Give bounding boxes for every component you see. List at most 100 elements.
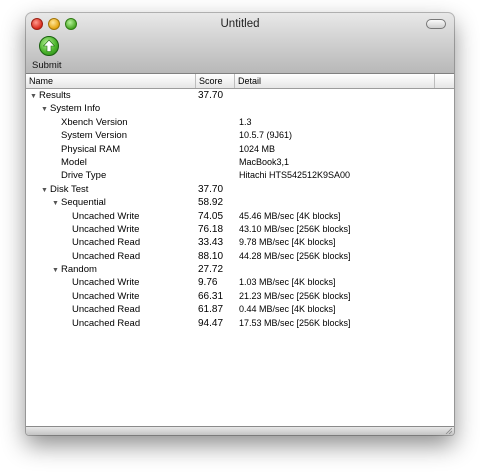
- row-name: Drive Type: [61, 169, 106, 182]
- row-score: 37.70: [198, 90, 224, 101]
- column-header-detail[interactable]: Detail: [235, 74, 435, 88]
- table-row[interactable]: ▼ Sequential 58.92: [26, 196, 454, 209]
- rows-container: ▼ Results 37.70 ▼ System Info Xbench Version 1…: [26, 89, 454, 330]
- row-name-label: Physical RAM: [61, 143, 121, 155]
- row-name: Uncached Read: [72, 250, 140, 263]
- disclosure-triangle-icon[interactable]: ▼: [41, 184, 50, 197]
- table-row[interactable]: Model MacBook3,1: [26, 156, 454, 169]
- row-name: ▼ Random: [52, 263, 97, 277]
- column-header-name[interactable]: Name: [26, 74, 196, 88]
- disclosure-triangle-icon[interactable]: ▼: [52, 197, 61, 210]
- row-detail: 10.5.7 (9J61): [239, 130, 293, 141]
- row-detail: 9.78 MB/sec [4K blocks]: [239, 237, 336, 248]
- row-name-label: Uncached Write: [72, 290, 140, 302]
- table-row[interactable]: Drive Type Hitachi HTS542512K9SA00: [26, 169, 454, 182]
- table-row[interactable]: Xbench Version 1.3: [26, 116, 454, 129]
- row-detail: 44.28 MB/sec [256K blocks]: [239, 250, 351, 261]
- row-score: 9.76: [198, 277, 218, 289]
- row-name-label: System Version: [61, 130, 127, 142]
- upload-arrow-icon: [39, 36, 59, 56]
- row-name: Uncached Write: [72, 276, 139, 289]
- row-score: 76.18: [198, 223, 224, 235]
- column-header-score[interactable]: Score: [196, 74, 235, 88]
- row-name-label: Random: [61, 264, 97, 276]
- row-name-label: Model: [61, 156, 87, 168]
- row-name-label: Uncached Write: [72, 277, 140, 289]
- table-row[interactable]: Uncached Write 66.31 21.23 MB/sec [256K bl…: [26, 290, 454, 303]
- table-row[interactable]: Uncached Read 88.10 44.28 MB/sec [256K blo…: [26, 250, 454, 263]
- row-detail: 45.46 MB/sec [4K blocks]: [239, 210, 341, 221]
- column-header-spacer: [435, 74, 454, 88]
- disclosure-triangle-icon[interactable]: ▼: [30, 90, 39, 103]
- column-header-row: Name Score Detail: [26, 74, 454, 89]
- row-name-label: Uncached Read: [72, 250, 141, 262]
- window-title: Untitled: [220, 18, 260, 30]
- table-row[interactable]: Uncached Write 74.05 45.46 MB/sec [4K bloc…: [26, 210, 454, 223]
- row-name-label: Results: [39, 90, 71, 101]
- row-name: Uncached Read: [72, 317, 140, 330]
- title-bar[interactable]: Untitled Submit: [26, 13, 454, 74]
- row-score: 66.31: [198, 290, 224, 302]
- resize-grip-icon[interactable]: [444, 428, 452, 434]
- row-name-label: Uncached Read: [72, 237, 141, 249]
- row-score: 88.10: [198, 250, 224, 262]
- row-score: 58.92: [198, 197, 224, 209]
- table-row[interactable]: Uncached Read 33.43 9.78 MB/sec [4K blocks…: [26, 236, 454, 249]
- row-detail: 1.03 MB/sec [4K blocks]: [239, 277, 336, 288]
- disclosure-triangle-icon[interactable]: ▼: [52, 264, 61, 277]
- row-name: Model: [61, 156, 87, 169]
- row-name: ▼ Disk Test: [41, 183, 88, 197]
- table-row[interactable]: Uncached Write 76.18 43.10 MB/sec [256K bl…: [26, 223, 454, 236]
- row-detail: 43.10 MB/sec [256K blocks]: [239, 223, 351, 234]
- table-row[interactable]: Uncached Write 9.76 1.03 MB/sec [4K blocks…: [26, 276, 454, 289]
- row-name-label: Drive Type: [61, 170, 107, 182]
- row-name-label: Sequential: [61, 197, 106, 209]
- bottom-bar: [26, 426, 454, 435]
- row-score: 61.87: [198, 304, 224, 316]
- toolbar-toggle-button[interactable]: [426, 19, 446, 29]
- row-name: ▼ Results: [30, 89, 71, 103]
- row-name: Physical RAM: [61, 143, 120, 156]
- table-row[interactable]: ▼ Disk Test 37.70: [26, 183, 454, 196]
- row-name-label: Xbench Version: [61, 116, 128, 128]
- table-row[interactable]: Uncached Read 94.47 17.53 MB/sec [256K blo…: [26, 317, 454, 330]
- row-name-label: Uncached Read: [72, 304, 141, 316]
- row-detail: 1.3: [239, 116, 252, 127]
- row-detail: 21.23 MB/sec [256K blocks]: [239, 290, 351, 301]
- table-row[interactable]: ▼ Results 37.70: [26, 89, 454, 102]
- row-name: Uncached Write: [72, 210, 139, 223]
- table-row[interactable]: ▼ Random 27.72: [26, 263, 454, 276]
- row-score: 33.43: [198, 237, 224, 249]
- table-row[interactable]: Uncached Read 61.87 0.44 MB/sec [4K blocks…: [26, 303, 454, 316]
- row-score: 27.72: [198, 264, 224, 276]
- disclosure-triangle-icon[interactable]: ▼: [41, 103, 50, 116]
- row-name: Uncached Write: [72, 290, 139, 303]
- row-detail: MacBook3,1: [239, 156, 290, 167]
- row-name-label: Uncached Read: [72, 317, 141, 329]
- row-name: ▼ Sequential: [52, 196, 106, 210]
- row-name: ▼ System Info: [41, 102, 100, 116]
- row-name-label: Uncached Write: [72, 223, 140, 235]
- row-name: Uncached Write: [72, 223, 139, 236]
- submit-label: Submit: [32, 60, 62, 71]
- table-row[interactable]: Physical RAM 1024 MB: [26, 143, 454, 156]
- row-detail: 0.44 MB/sec [4K blocks]: [239, 304, 336, 315]
- row-name: Xbench Version: [61, 116, 128, 129]
- row-detail: Hitachi HTS542512K9SA00: [239, 170, 351, 181]
- submit-button[interactable]: Submit: [32, 36, 64, 72]
- row-name: Uncached Read: [72, 236, 140, 249]
- table-row[interactable]: ▼ System Info: [26, 102, 454, 115]
- row-score: 74.05: [198, 210, 224, 222]
- results-outline-view[interactable]: Name Score Detail ▼ Results 37.70 ▼ System I…: [26, 74, 454, 435]
- row-name: System Version: [61, 129, 127, 142]
- app-window: Untitled Submit Name Score Detail ▼ Resul…: [26, 13, 454, 435]
- row-name: Uncached Read: [72, 303, 140, 316]
- row-score: 37.70: [198, 183, 224, 195]
- table-row[interactable]: System Version 10.5.7 (9J61): [26, 129, 454, 142]
- row-detail: 1024 MB: [239, 143, 276, 154]
- row-name-label: Uncached Write: [72, 210, 140, 222]
- row-score: 94.47: [198, 317, 224, 329]
- row-name-label: System Info: [50, 103, 101, 115]
- row-name-label: Disk Test: [50, 183, 89, 195]
- row-detail: 17.53 MB/sec [256K blocks]: [239, 317, 351, 328]
